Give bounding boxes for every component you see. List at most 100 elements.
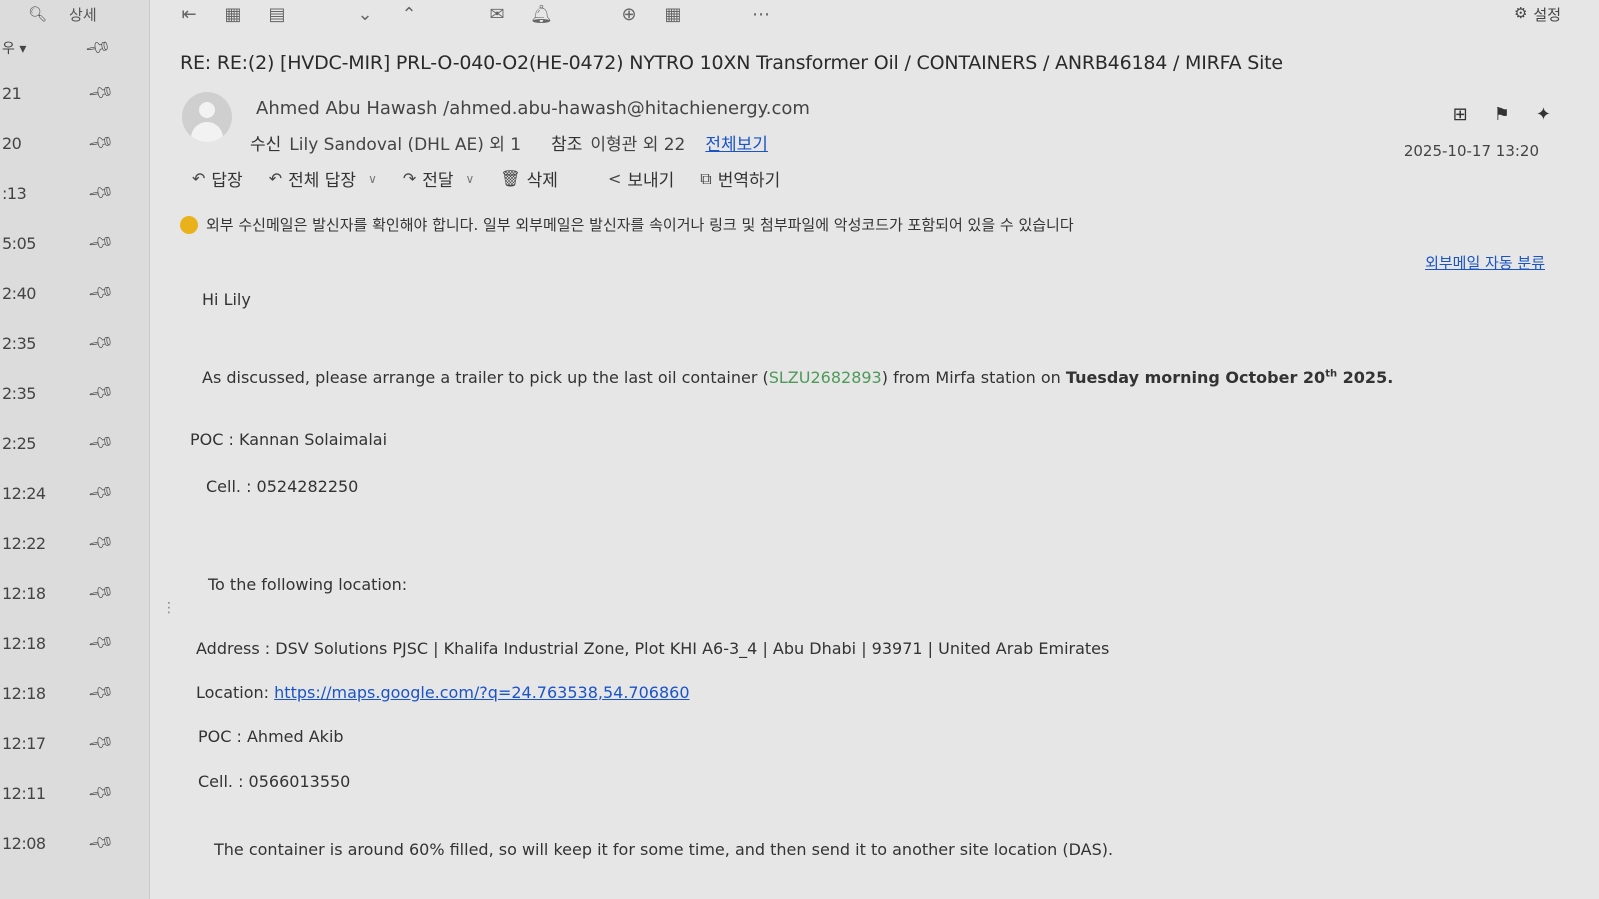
external-mail-warning: 외부 수신메일은 발신자를 확인해야 합니다. 일부 외부메일은 발신자를 속이… [180, 214, 1074, 235]
pin-icon[interactable]: 📌︎ [86, 729, 115, 757]
reply-all-icon: ↶ [268, 169, 283, 188]
pin-icon[interactable]: 📌︎ [86, 129, 115, 157]
list-item[interactable]: 2:35 📌︎ [0, 318, 149, 368]
to-value[interactable]: Lily Sandoval (DHL AE) 외 1 [289, 130, 521, 155]
list-item[interactable]: 20 📌︎ [0, 118, 149, 168]
list-item[interactable]: :13 📌︎ [0, 168, 149, 218]
delete-label: 삭제 [526, 171, 558, 191]
list-item[interactable]: 12:11 📌︎ [0, 768, 149, 818]
pin-icon[interactable]: 📌︎ [84, 34, 113, 63]
list-item[interactable]: 2:40 📌︎ [0, 268, 149, 318]
reply-icon: ↶ [192, 169, 206, 188]
action-bar: ↶ 답장 ↶ 전체 답장 ∨ ↷ 전달 ∨ 🗑︎ 삭제 < 보내기 ⧉ 번역하기 [192, 166, 780, 192]
calendar-icon[interactable]: ▦ [662, 4, 684, 25]
tag-icon[interactable]: ⊞ [1453, 104, 1468, 125]
poc-2: POC : Ahmed Akib [198, 727, 344, 746]
pin-icon[interactable]: 📌︎ [86, 279, 115, 307]
email-subject: RE: RE:(2) [HVDC-MIR] PRL-O-040-O2(HE-04… [180, 52, 1283, 74]
translate-button[interactable]: ⧉ 번역하기 [700, 166, 780, 192]
sort-dropdown[interactable]: 우 ▾ [2, 38, 26, 58]
top-toolbar: ⇤ ▦ ▤ ⌄ ⌃ ✉ 🔔︎ ⊕ ▦ ⋯ [178, 4, 772, 25]
pin-icon[interactable]: 📌︎ [86, 429, 115, 457]
list-item[interactable]: 12:08 📌︎ [0, 818, 149, 868]
list-item[interactable]: 2:35 📌︎ [0, 368, 149, 418]
to-location: To the following location: [208, 575, 408, 594]
pin-icon[interactable]: ✦ [1536, 104, 1551, 125]
list-item[interactable]: 12:24 📌︎ [0, 468, 149, 518]
list-item-time: 12:22 [2, 533, 46, 553]
pin-icon[interactable]: 📌︎ [86, 479, 115, 507]
zoom-icon[interactable]: ⊕ [618, 4, 640, 25]
list-item-time: 12:17 [2, 733, 46, 753]
list-item[interactable]: 5:05 📌︎ [0, 218, 149, 268]
list-item-time: 12:08 [2, 833, 46, 853]
settings-label: 설정 [1533, 6, 1561, 24]
cc-label: 참조 [551, 135, 583, 155]
reply-all-label: 전체 답장 [288, 171, 357, 191]
list-item-time: 2:35 [2, 333, 36, 353]
delete-button[interactable]: 🗑︎ 삭제 [500, 166, 558, 191]
list-item[interactable]: 12:18 📌︎ [0, 568, 149, 618]
move-folder-icon[interactable]: ▤ [266, 4, 288, 25]
list-item[interactable]: 2:25 📌︎ [0, 418, 149, 468]
list-item[interactable]: 12:22 📌︎ [0, 518, 149, 568]
forward-icon: ↷ [402, 169, 417, 188]
gear-icon: ⚙ [1513, 4, 1528, 22]
location-link[interactable]: https://maps.google.com/?q=24.763538,54.… [274, 683, 689, 702]
sender[interactable]: Ahmed Abu Hawash /ahmed.abu-hawash@hitac… [256, 98, 810, 119]
pin-icon[interactable]: 📌︎ [86, 629, 115, 657]
reply-label: 답장 [211, 171, 243, 191]
list-header: 🔍︎ 상세 [0, 0, 149, 28]
reply-all-button[interactable]: ↶ 전체 답장 ∨ [269, 166, 377, 191]
more-icon[interactable]: ⋯ [750, 4, 772, 25]
send-button[interactable]: < 보내기 [608, 166, 674, 191]
closing-paragraph: The container is around 60% filled, so w… [214, 840, 1114, 859]
collapse-left-icon[interactable]: ⇤ [178, 4, 200, 25]
mail-icon[interactable]: ✉ [486, 4, 508, 25]
list-item-time: 12:18 [2, 683, 46, 703]
pin-icon[interactable]: 📌︎ [86, 229, 115, 257]
prev-mail-icon[interactable]: ⌃ [398, 4, 420, 25]
pin-icon[interactable]: 📌︎ [86, 179, 115, 207]
flag-icon[interactable]: ⚑ [1494, 104, 1510, 125]
translate-icon: ⧉ [700, 168, 712, 188]
cc-value[interactable]: 이형관 외 22 [590, 130, 685, 155]
pickup-date-text: Tuesday morning October 20 [1065, 368, 1326, 387]
save-icon[interactable]: ▦ [222, 4, 244, 25]
pickup-year: 2025. [1337, 368, 1394, 387]
chevron-down-icon[interactable]: ∨ [466, 172, 475, 186]
pin-icon[interactable]: 📌︎ [86, 779, 115, 807]
list-item[interactable]: 21 📌︎ [0, 68, 149, 118]
pin-icon[interactable]: 📌︎ [86, 529, 115, 557]
list-item[interactable]: 12:18 📌︎ [0, 668, 149, 718]
pin-icon[interactable]: 📌︎ [86, 829, 115, 857]
auto-classify-link[interactable]: 외부메일 자동 분류 [1425, 252, 1545, 273]
pin-icon[interactable]: 📌︎ [86, 579, 115, 607]
detail-button[interactable]: 상세 [69, 4, 97, 25]
location-line: Location: https://maps.google.com/?q=24.… [196, 683, 690, 702]
para1-text-a: As discussed, please arrange a trailer t… [202, 368, 769, 387]
next-mail-icon[interactable]: ⌄ [354, 4, 376, 25]
view-all-link[interactable]: 전체보기 [705, 130, 768, 155]
settings-button[interactable]: ⚙ 설정 [1514, 4, 1561, 25]
bell-icon[interactable]: 🔔︎ [530, 4, 553, 25]
poc-1: POC : Kannan Solaimalai [190, 430, 388, 449]
search-icon[interactable]: 🔍︎ [28, 5, 47, 23]
pin-icon[interactable]: 📌︎ [86, 329, 115, 357]
mail-view: ⇤ ▦ ▤ ⌄ ⌃ ✉ 🔔︎ ⊕ ▦ ⋯ ⚙ 설정 RE: RE:(2) [HV… [152, 0, 1599, 899]
header-icons: ⊞ ⚑ ✦ [1453, 104, 1551, 125]
list-item[interactable]: 12:17 📌︎ [0, 718, 149, 768]
pin-icon[interactable]: 📌︎ [86, 379, 115, 407]
chevron-down-icon[interactable]: ∨ [368, 172, 377, 186]
reply-button[interactable]: ↶ 답장 [192, 166, 243, 191]
pin-icon[interactable]: 📌︎ [86, 679, 115, 707]
list-item[interactable]: 12:18 📌︎ [0, 618, 149, 668]
list-item-time: 12:11 [2, 783, 46, 803]
email-date: 2025-10-17 13:20 [1403, 142, 1539, 160]
pin-icon[interactable]: 📌︎ [86, 79, 115, 107]
forward-button[interactable]: ↷ 전달 ∨ [403, 166, 474, 191]
cell-2: Cell. : 0566013550 [198, 772, 351, 791]
